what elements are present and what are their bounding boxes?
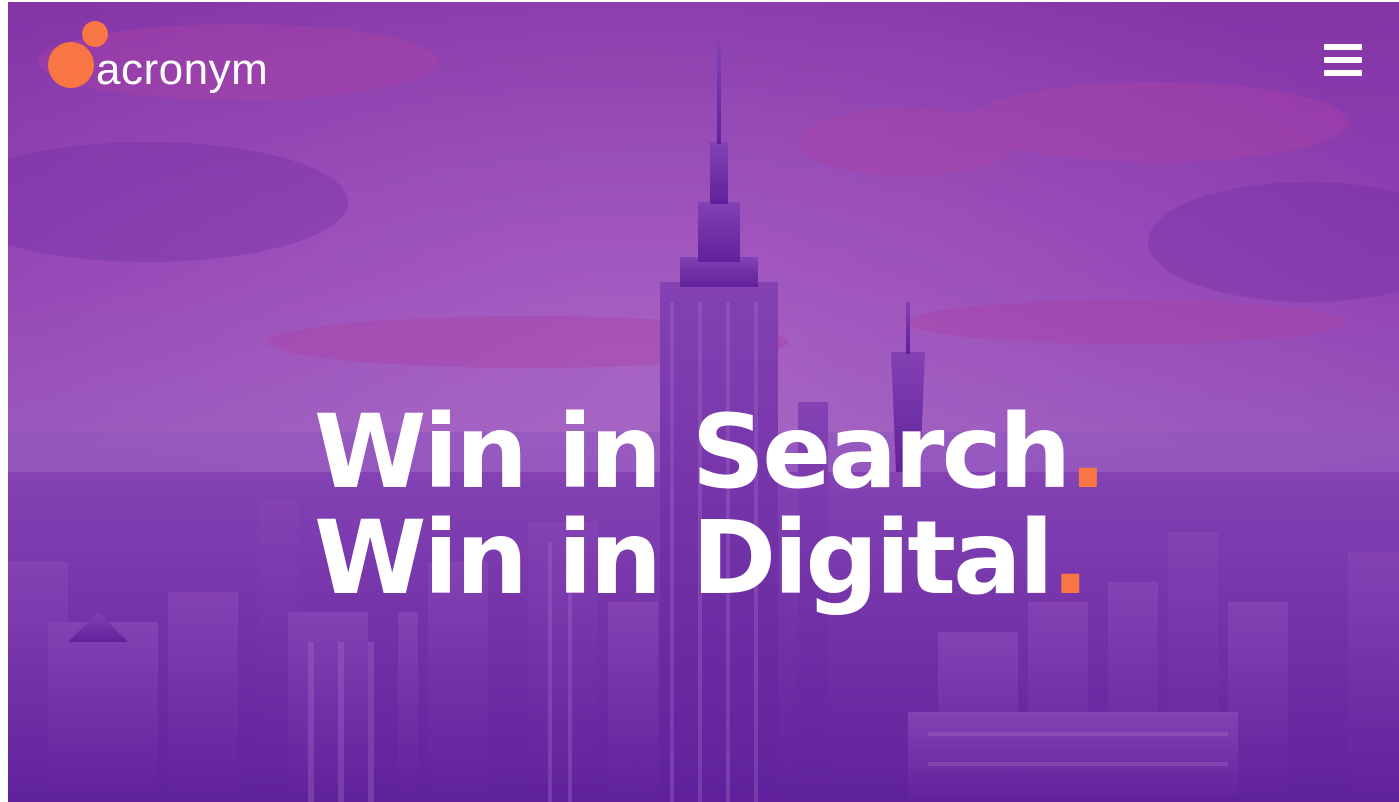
headline-line-1: Win in Search. <box>314 400 1107 506</box>
menu-bar-bottom <box>1324 70 1362 76</box>
menu-bar-middle <box>1324 57 1362 63</box>
acronym-logo[interactable]: acronym <box>48 18 308 106</box>
hero-section: acronym Win in Search. Win in Digital. <box>0 0 1399 802</box>
headline-line-2-text: Win in Digital <box>314 499 1054 618</box>
logo-wordmark: acronym <box>96 45 269 94</box>
headline-line-2: Win in Digital. <box>314 506 1104 612</box>
logo-dot-large-icon <box>48 42 94 88</box>
menu-bar-top <box>1324 44 1362 50</box>
headline-line-1-text: Win in Search <box>314 393 1072 512</box>
hero-frame: acronym Win in Search. Win in Digital. <box>8 2 1399 802</box>
logo-dot-small-icon <box>82 21 108 47</box>
hamburger-menu-icon[interactable] <box>1322 40 1364 80</box>
hero-headline: Win in Search. Win in Digital. <box>314 400 1107 612</box>
headline-line-1-dot: . <box>1068 393 1108 512</box>
headline-line-2-dot: . <box>1050 499 1090 618</box>
